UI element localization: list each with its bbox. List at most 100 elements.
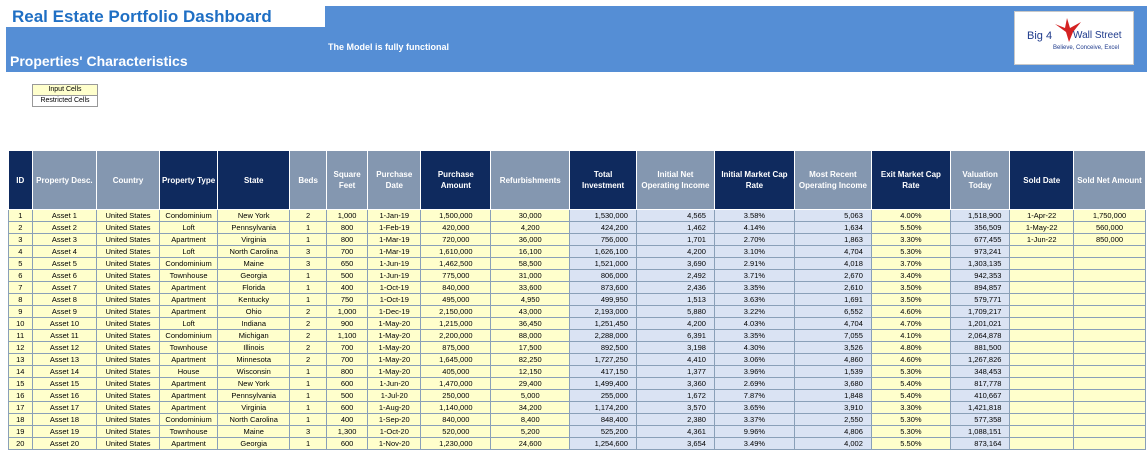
- table-cell[interactable]: Asset 2: [31, 221, 98, 234]
- table-cell[interactable]: 650: [326, 257, 369, 270]
- table-cell[interactable]: 1: [289, 413, 328, 426]
- table-cell[interactable]: 3.70%: [870, 257, 951, 270]
- table-cell[interactable]: Virginia: [217, 233, 291, 246]
- table-cell[interactable]: 720,000: [420, 233, 492, 246]
- table-cell[interactable]: North Carolina: [217, 245, 291, 258]
- table-cell[interactable]: Asset 14: [31, 365, 98, 378]
- table-cell[interactable]: Loft: [158, 221, 219, 234]
- table-cell[interactable]: 4.10%: [870, 329, 951, 342]
- table-cell[interactable]: 500: [326, 269, 369, 282]
- table-cell[interactable]: Asset 1: [31, 209, 98, 222]
- table-cell[interactable]: 1: [289, 365, 328, 378]
- table-cell[interactable]: [1009, 257, 1075, 270]
- table-cell[interactable]: [1009, 329, 1075, 342]
- table-cell[interactable]: Georgia: [217, 437, 291, 450]
- table-cell[interactable]: Georgia: [217, 269, 291, 282]
- table-cell[interactable]: 1-Oct-20: [367, 425, 422, 438]
- table-cell[interactable]: Asset 18: [31, 413, 98, 426]
- table-cell[interactable]: Asset 15: [31, 377, 98, 390]
- table-cell[interactable]: United States: [96, 221, 160, 234]
- table-cell[interactable]: Illinois: [217, 341, 291, 354]
- table-cell[interactable]: 15: [8, 377, 33, 390]
- table-cell[interactable]: 2: [289, 305, 328, 318]
- table-cell[interactable]: 31,000: [490, 269, 571, 282]
- table-cell[interactable]: 500: [326, 389, 369, 402]
- table-cell[interactable]: 1-May-20: [367, 317, 422, 330]
- table-cell[interactable]: Apartment: [158, 293, 219, 306]
- table-cell[interactable]: Asset 20: [31, 437, 98, 450]
- table-cell[interactable]: 800: [326, 365, 369, 378]
- table-cell[interactable]: 5.50%: [870, 437, 951, 450]
- table-cell[interactable]: 33,600: [490, 281, 571, 294]
- table-cell[interactable]: Condominium: [158, 413, 219, 426]
- table-cell[interactable]: [1009, 437, 1075, 450]
- table-cell[interactable]: 2: [289, 317, 328, 330]
- table-cell[interactable]: 1,000: [326, 209, 369, 222]
- table-cell[interactable]: 1-Jan-19: [367, 209, 422, 222]
- table-cell[interactable]: 16,100: [490, 245, 571, 258]
- table-cell[interactable]: United States: [96, 389, 160, 402]
- table-cell[interactable]: 1-May-20: [367, 353, 422, 366]
- table-cell[interactable]: Maine: [217, 425, 291, 438]
- table-cell[interactable]: Michigan: [217, 329, 291, 342]
- table-cell[interactable]: 420,000: [420, 221, 492, 234]
- table-cell[interactable]: 850,000: [1073, 233, 1146, 246]
- table-cell[interactable]: 1-Sep-20: [367, 413, 422, 426]
- table-cell[interactable]: 2,150,000: [420, 305, 492, 318]
- table-cell[interactable]: [1073, 257, 1146, 270]
- table-cell[interactable]: 5.30%: [870, 365, 951, 378]
- table-cell[interactable]: United States: [96, 401, 160, 414]
- table-cell[interactable]: Apartment: [158, 281, 219, 294]
- table-cell[interactable]: 1-May-20: [367, 365, 422, 378]
- table-cell[interactable]: United States: [96, 425, 160, 438]
- table-cell[interactable]: Asset 12: [31, 341, 98, 354]
- table-cell[interactable]: [1073, 245, 1146, 258]
- table-cell[interactable]: Florida: [217, 281, 291, 294]
- table-cell[interactable]: 1-Jun-19: [367, 269, 422, 282]
- table-cell[interactable]: United States: [96, 257, 160, 270]
- table-cell[interactable]: Apartment: [158, 353, 219, 366]
- table-cell[interactable]: 1,470,000: [420, 377, 492, 390]
- table-cell[interactable]: 1,230,000: [420, 437, 492, 450]
- table-cell[interactable]: 1-Aug-20: [367, 401, 422, 414]
- table-cell[interactable]: Kentucky: [217, 293, 291, 306]
- table-cell[interactable]: 82,250: [490, 353, 571, 366]
- table-cell[interactable]: 5: [8, 257, 33, 270]
- table-cell[interactable]: North Carolina: [217, 413, 291, 426]
- table-cell[interactable]: [1073, 341, 1146, 354]
- table-cell[interactable]: 3: [289, 257, 328, 270]
- table-cell[interactable]: [1009, 365, 1075, 378]
- table-cell[interactable]: United States: [96, 281, 160, 294]
- table-cell[interactable]: [1073, 401, 1146, 414]
- table-cell[interactable]: [1073, 329, 1146, 342]
- table-cell[interactable]: United States: [96, 329, 160, 342]
- table-cell[interactable]: 5.30%: [870, 413, 951, 426]
- table-cell[interactable]: Asset 19: [31, 425, 98, 438]
- table-cell[interactable]: 1-Apr-22: [1009, 209, 1075, 222]
- table-cell[interactable]: 1: [289, 281, 328, 294]
- table-cell[interactable]: 1: [289, 293, 328, 306]
- table-cell[interactable]: 1-Feb-19: [367, 221, 422, 234]
- table-cell[interactable]: [1073, 425, 1146, 438]
- table-cell[interactable]: 4.70%: [870, 317, 951, 330]
- table-cell[interactable]: 88,000: [490, 329, 571, 342]
- table-cell[interactable]: 20: [8, 437, 33, 450]
- table-cell[interactable]: 1-Nov-20: [367, 437, 422, 450]
- table-cell[interactable]: 1-Jun-22: [1009, 233, 1075, 246]
- table-cell[interactable]: Apartment: [158, 389, 219, 402]
- table-cell[interactable]: 3.50%: [870, 293, 951, 306]
- table-cell[interactable]: 4.60%: [870, 353, 951, 366]
- table-cell[interactable]: 5.30%: [870, 245, 951, 258]
- table-cell[interactable]: 2: [289, 209, 328, 222]
- table-cell[interactable]: 1: [289, 377, 328, 390]
- table-cell[interactable]: 1,140,000: [420, 401, 492, 414]
- table-cell[interactable]: 16: [8, 389, 33, 402]
- table-cell[interactable]: United States: [96, 209, 160, 222]
- table-cell[interactable]: 5.30%: [870, 425, 951, 438]
- table-cell[interactable]: 2,200,000: [420, 329, 492, 342]
- table-cell[interactable]: 3: [8, 233, 33, 246]
- table-cell[interactable]: [1009, 425, 1075, 438]
- table-cell[interactable]: 2: [289, 329, 328, 342]
- table-cell[interactable]: 800: [326, 233, 369, 246]
- table-cell[interactable]: Townhouse: [158, 425, 219, 438]
